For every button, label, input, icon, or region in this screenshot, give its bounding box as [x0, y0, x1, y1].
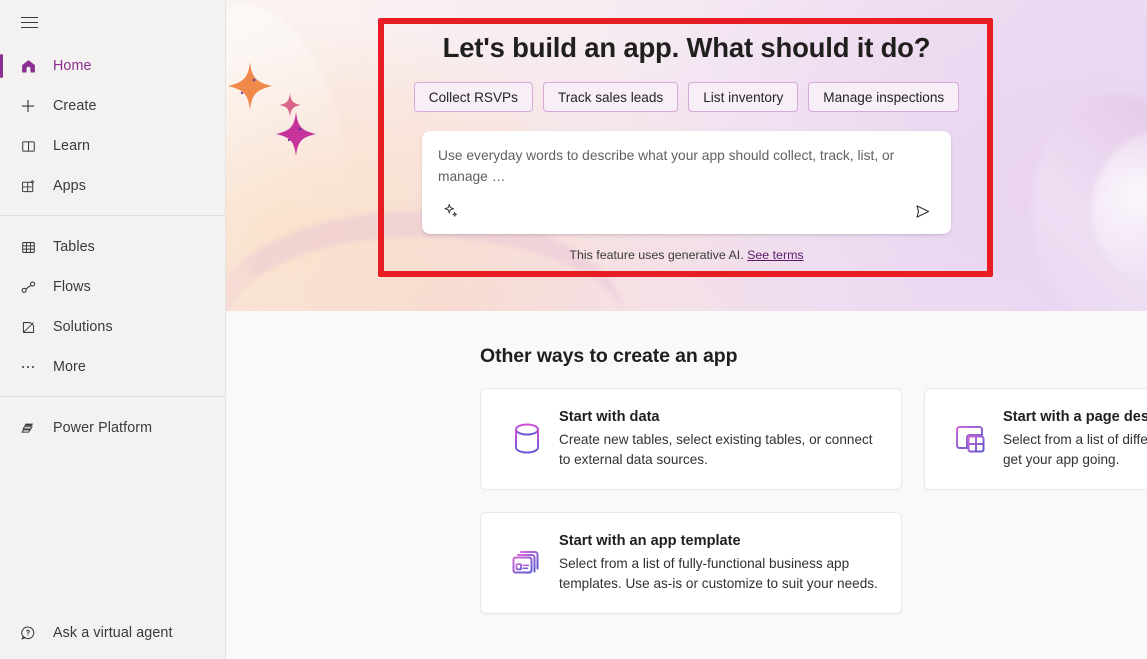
- sidebar-item-label: Create: [53, 98, 97, 114]
- hamburger-menu-icon[interactable]: [13, 6, 45, 38]
- sidebar-item-label: Tables: [53, 239, 95, 255]
- nav-group-secondary: Tables Flows: [0, 225, 225, 387]
- sidebar-item-label: More: [53, 359, 86, 375]
- flow-icon: [12, 277, 44, 297]
- hamburger-row: [0, 0, 225, 44]
- sidebar-item-create[interactable]: Create: [0, 86, 225, 126]
- solutions-icon: [12, 317, 44, 337]
- sidebar-item-label: Flows: [53, 279, 91, 295]
- generative-ai-disclaimer: This feature uses generative AI. See ter…: [569, 248, 803, 262]
- suggestion-chip-list-inventory[interactable]: List inventory: [688, 82, 798, 112]
- sidebar-item-solutions[interactable]: Solutions: [0, 307, 225, 347]
- send-icon[interactable]: [909, 198, 935, 224]
- suggestion-chip-collect-rsvps[interactable]: Collect RSVPs: [414, 82, 533, 112]
- sidebar-item-apps[interactable]: Apps: [0, 166, 225, 206]
- sidebar-item-ask-virtual-agent[interactable]: Ask a virtual agent: [0, 613, 225, 653]
- prompt-action-row: [438, 198, 935, 224]
- hero-banner: Let's build an app. What should it do? C…: [226, 0, 1147, 311]
- main-content: Let's build an app. What should it do? C…: [226, 0, 1147, 659]
- sparkle-icon[interactable]: [438, 198, 464, 224]
- table-grid-icon: [12, 237, 44, 257]
- other-ways-section: Other ways to create an app Start: [226, 311, 1147, 614]
- sidebar-item-more[interactable]: More: [0, 347, 225, 387]
- hero-content: Let's build an app. What should it do? C…: [226, 0, 1147, 262]
- sidebar-item-label: Power Platform: [53, 420, 152, 436]
- disclaimer-text: This feature uses generative AI.: [569, 248, 743, 262]
- app-description-prompt-card: Use everyday words to describe what your…: [422, 131, 951, 234]
- suggestion-chip-track-sales-leads[interactable]: Track sales leads: [543, 82, 678, 112]
- sidebar-item-label: Ask a virtual agent: [53, 625, 173, 641]
- sidebar-item-label: Home: [53, 58, 92, 74]
- sidebar-divider-2: [0, 396, 225, 397]
- suggestion-chip-manage-inspections[interactable]: Manage inspections: [808, 82, 959, 112]
- card-title: Start with data: [559, 409, 881, 425]
- nav-group-platform: Power Platform: [0, 406, 225, 448]
- app-description-input[interactable]: Use everyday words to describe what your…: [438, 146, 935, 188]
- sidebar-item-tables[interactable]: Tables: [0, 227, 225, 267]
- card-description: Create new tables, select existing table…: [559, 430, 881, 470]
- nav-group-primary: Home Create Learn: [0, 44, 225, 206]
- card-start-with-page-design[interactable]: Start with a page design Select from a l…: [924, 388, 1147, 490]
- plus-icon: [12, 96, 44, 116]
- power-apps-home-page: Home Create Learn: [0, 0, 1147, 659]
- ellipsis-icon: [12, 357, 44, 377]
- sidebar-item-label: Apps: [53, 178, 86, 194]
- app-template-icon: [499, 539, 555, 587]
- database-cylinder-icon: [499, 415, 555, 463]
- card-start-with-data[interactable]: Start with data Create new tables, selec…: [480, 388, 902, 490]
- page-title: Let's build an app. What should it do?: [443, 32, 931, 64]
- card-description: Select from a list of different designs …: [1003, 430, 1147, 470]
- apps-icon: [12, 176, 44, 196]
- sidebar-item-home[interactable]: Home: [0, 46, 225, 86]
- card-description: Select from a list of fully-functional b…: [559, 554, 881, 594]
- card-body: Start with a page design Select from a l…: [999, 409, 1147, 470]
- sidebar-bottom: Ask a virtual agent: [0, 613, 225, 659]
- see-terms-link[interactable]: See terms: [747, 248, 803, 262]
- home-icon: [12, 56, 44, 76]
- card-title: Start with an app template: [559, 533, 881, 549]
- card-start-with-app-template[interactable]: Start with an app template Select from a…: [480, 512, 902, 614]
- sidebar-item-power-platform[interactable]: Power Platform: [0, 408, 225, 448]
- suggestion-chip-group: Collect RSVPs Track sales leads List inv…: [414, 82, 959, 112]
- sidebar-item-label: Learn: [53, 138, 90, 154]
- sidebar-item-flows[interactable]: Flows: [0, 267, 225, 307]
- page-design-icon: [943, 415, 999, 463]
- card-title: Start with a page design: [1003, 409, 1147, 425]
- card-body: Start with an app template Select from a…: [555, 533, 881, 594]
- create-option-cards: Start with data Create new tables, selec…: [480, 388, 1147, 614]
- left-navigation-sidebar: Home Create Learn: [0, 0, 226, 659]
- section-title: Other ways to create an app: [480, 345, 1147, 368]
- book-icon: [12, 136, 44, 156]
- sidebar-spacer: [0, 448, 225, 613]
- sidebar-item-learn[interactable]: Learn: [0, 126, 225, 166]
- card-body: Start with data Create new tables, selec…: [555, 409, 881, 470]
- sidebar-item-label: Solutions: [53, 319, 113, 335]
- question-circle-icon: [12, 623, 44, 643]
- sidebar-divider-1: [0, 215, 225, 216]
- power-platform-icon: [12, 418, 44, 438]
